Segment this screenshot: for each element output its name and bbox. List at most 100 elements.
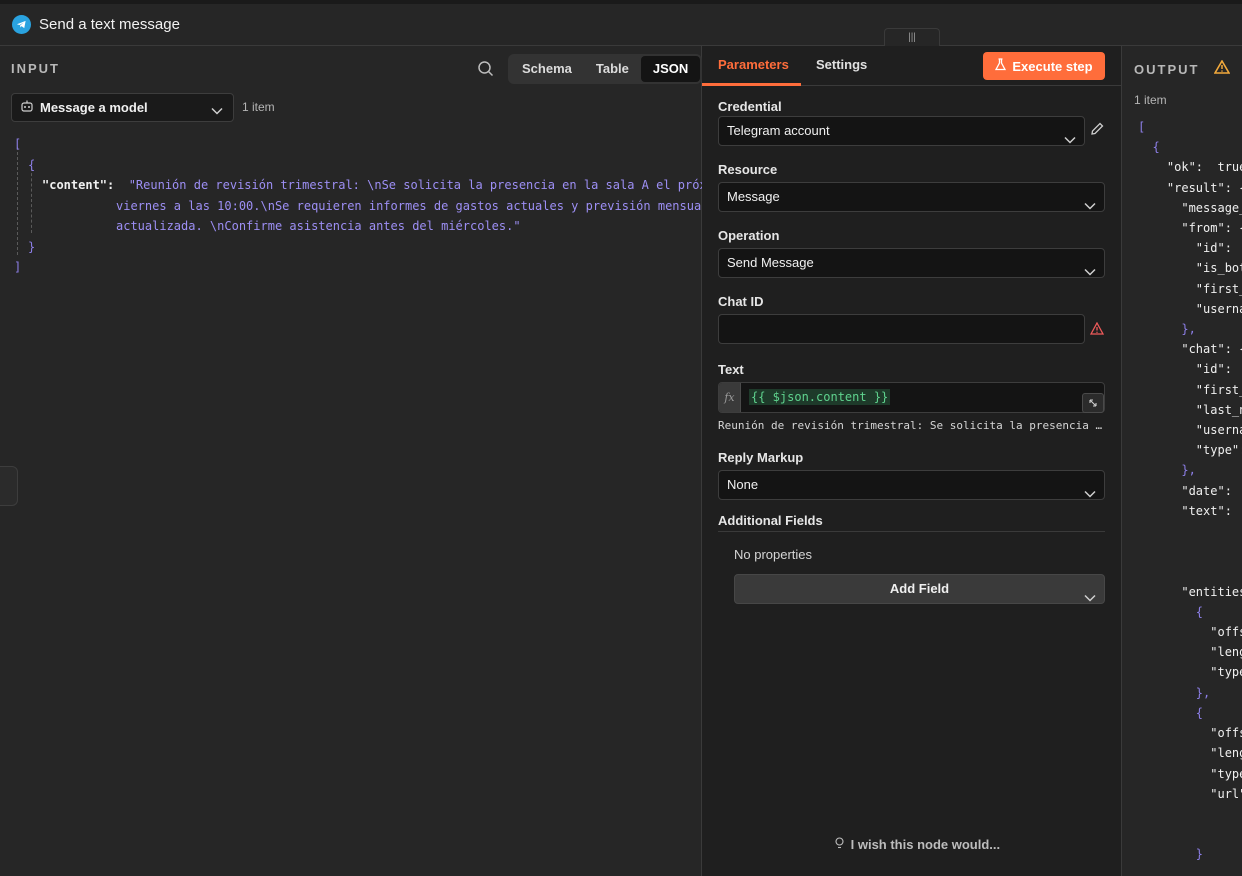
telegram-icon xyxy=(12,15,31,34)
node-title[interactable]: Send a text message xyxy=(39,16,180,33)
text-expression-input[interactable]: fx {{ $json.content }} xyxy=(718,382,1105,413)
resource-label: Resource xyxy=(718,162,778,177)
text-expression-preview: Reunión de revisión trimestral: Se solic… xyxy=(718,419,1105,432)
output-json-line: } xyxy=(1138,847,1204,862)
output-json-line: "first_ xyxy=(1138,281,1242,296)
credential-value: Telegram account xyxy=(727,123,830,138)
add-field-button[interactable]: Add Field xyxy=(734,574,1105,604)
parameters-panel: Parameters Settings Execute step Credent… xyxy=(702,46,1121,876)
add-field-label: Add Field xyxy=(889,581,950,596)
json-bracket: { xyxy=(28,157,36,172)
panel-drag-handle[interactable]: ||| xyxy=(884,28,940,46)
output-json-line: "result": { xyxy=(1138,180,1242,195)
robot-icon xyxy=(20,99,34,116)
input-node-name: Message a model xyxy=(40,100,148,115)
output-json-line: vi xyxy=(1138,521,1242,541)
divider xyxy=(718,531,1105,532)
resource-value: Message xyxy=(727,189,780,204)
feedback-link[interactable]: I wish this node would... xyxy=(835,837,1000,852)
chevron-down-icon xyxy=(1084,584,1096,612)
output-json-line: "message_i xyxy=(1181,200,1242,215)
warning-icon xyxy=(1089,321,1105,338)
chevron-down-icon xyxy=(1064,126,1076,154)
expand-editor-icon[interactable] xyxy=(1082,393,1104,413)
output-json-line: "from": { xyxy=(1138,221,1242,236)
operation-value: Send Message xyxy=(727,255,814,270)
json-value-line: "Reunión de revisión trimestral: \nSe so… xyxy=(128,178,729,192)
operation-label: Operation xyxy=(718,228,780,243)
no-properties-text: No properties xyxy=(734,547,813,562)
output-json-line: "url" xyxy=(1138,786,1242,801)
output-json-line: "userna xyxy=(1138,423,1242,438)
side-panel-handle[interactable] xyxy=(0,466,18,506)
output-json-line: "ok": true, xyxy=(1166,160,1242,175)
execute-step-button[interactable]: Execute step xyxy=(983,52,1105,80)
resource-select[interactable]: Message xyxy=(718,182,1105,212)
output-json-line: { xyxy=(1138,705,1204,720)
view-table-button[interactable]: Table xyxy=(584,56,641,82)
chat-id-label: Chat ID xyxy=(718,294,764,309)
json-bracket: ] xyxy=(14,260,22,274)
chevron-down-icon xyxy=(211,103,223,118)
output-json-line: "leng xyxy=(1138,746,1242,761)
output-json-line: }, xyxy=(1138,322,1196,337)
output-json-line: "chat": { xyxy=(1138,342,1242,357)
fx-icon: fx xyxy=(719,383,741,412)
output-json-line: }, xyxy=(1138,685,1211,700)
node-header: Send a text message xyxy=(0,0,1242,46)
output-json-line: "first_ xyxy=(1138,382,1242,397)
warning-icon xyxy=(1213,59,1231,77)
reply-markup-label: Reply Markup xyxy=(718,450,804,465)
params-tabs: Parameters Settings Execute step xyxy=(702,46,1121,86)
output-json-line: "type xyxy=(1138,665,1242,680)
credential-label: Credential xyxy=(718,99,782,114)
output-json-line: ac xyxy=(1138,561,1242,581)
text-label: Text xyxy=(718,362,744,377)
chevron-down-icon xyxy=(1084,192,1096,220)
output-json-line: "is_bot xyxy=(1138,261,1242,276)
json-value-line: viernes a las 10:00.\nSe requieren infor… xyxy=(116,198,709,213)
view-schema-button[interactable]: Schema xyxy=(510,56,584,82)
output-json-line: { xyxy=(1138,140,1160,155)
output-json-line: "offs xyxy=(1138,625,1242,640)
output-json-line: "text": " xyxy=(1181,503,1232,518)
chat-id-input[interactable] xyxy=(718,314,1085,344)
operation-select[interactable]: Send Message xyxy=(718,248,1105,278)
output-json-line: "last_n xyxy=(1138,402,1242,417)
output-panel: OUTPUT 1 item [ { "ok": true, "result": … xyxy=(1121,46,1242,876)
input-node-select[interactable]: Message a model xyxy=(11,93,234,122)
edit-credential-icon[interactable] xyxy=(1090,122,1104,139)
tab-settings[interactable]: Settings xyxy=(816,57,867,72)
output-json-line: "offs xyxy=(1138,726,1242,741)
search-icon[interactable] xyxy=(477,60,495,78)
output-json-line: { xyxy=(1138,604,1204,619)
execute-step-label: Execute step xyxy=(1012,58,1093,74)
output-json-line: "id": 6 xyxy=(1195,362,1232,377)
chevron-down-icon xyxy=(1084,258,1096,286)
additional-fields-label: Additional Fields xyxy=(718,513,823,528)
output-json-line: }, xyxy=(1138,463,1196,478)
json-key-content[interactable]: "content": xyxy=(42,178,114,192)
reply-markup-value: None xyxy=(727,477,759,492)
output-json-view: [ { "ok": true, "result": { "message_i "… xyxy=(1138,117,1242,865)
input-label: INPUT xyxy=(11,61,60,76)
input-json-view: [ { "content": "Reunión de revisión trim… xyxy=(14,134,728,278)
view-json-button[interactable]: JSON xyxy=(640,56,701,82)
text-expression-value: {{ $json.content }} xyxy=(749,389,891,405)
credential-select[interactable]: Telegram account xyxy=(718,116,1085,146)
reply-markup-select[interactable]: None xyxy=(718,470,1105,500)
output-json-line: "type": xyxy=(1138,443,1242,458)
output-item-count: 1 item xyxy=(1134,93,1167,107)
output-json-line: "id": 6 xyxy=(1195,241,1232,256)
output-label: OUTPUT xyxy=(1134,62,1200,77)
output-json-line: "date": 1 xyxy=(1181,483,1232,498)
json-value-line: actualizada. \nConfirme asistencia antes… xyxy=(116,219,521,233)
tab-parameters[interactable]: Parameters xyxy=(718,57,789,72)
flask-icon xyxy=(995,58,1007,74)
output-json-line: "entities" xyxy=(1181,584,1242,599)
output-json-line: "userna xyxy=(1138,301,1242,316)
output-json-line xyxy=(1138,804,1242,824)
active-tab-indicator xyxy=(702,83,801,86)
json-bracket: [ xyxy=(14,137,22,151)
json-bracket: } xyxy=(28,239,36,254)
